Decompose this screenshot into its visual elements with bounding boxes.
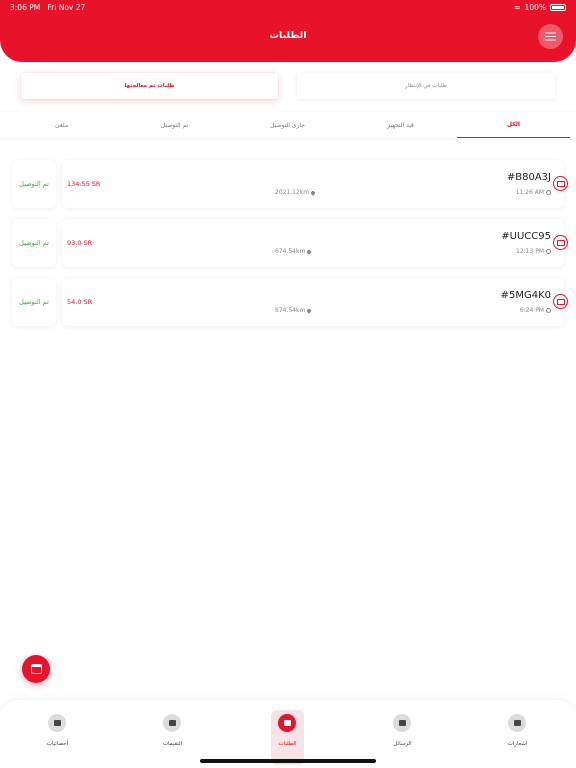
order-distance: 2021.12km xyxy=(275,189,316,196)
nav-ratings[interactable]: التقيمات xyxy=(115,700,230,768)
order-code: #B80A3J xyxy=(506,172,551,183)
tab-all[interactable]: الكل xyxy=(457,112,570,138)
order-details[interactable]: 54.0 SR 674.54km #5MG4K0 6:24 PM xyxy=(62,278,568,326)
app-header: 3:06 PM Fri Nov 27 ≈ 100% الطلبات xyxy=(0,0,576,62)
order-distance: 674.54km xyxy=(275,307,313,314)
orders-icon xyxy=(278,714,296,732)
stats-icon xyxy=(48,714,66,732)
order-status: تم التوصيل xyxy=(12,219,56,267)
calendar-button[interactable] xyxy=(22,655,50,683)
nav-label: أحصائيات xyxy=(46,741,69,747)
status-indicators: ≈ 100% xyxy=(514,3,566,12)
tab-delivering[interactable]: جارى التوصيل xyxy=(231,112,344,138)
restaurant-logo-icon xyxy=(553,294,568,309)
order-price: 134.55 SR xyxy=(67,180,101,188)
location-pin-icon xyxy=(306,307,313,314)
tab-preparing[interactable]: قيد التجهيز xyxy=(344,112,457,138)
nav-label: الطلبات xyxy=(278,741,297,747)
order-card[interactable]: تم التوصيل 93.0 SR 674.54km #UUCC95 12:1… xyxy=(12,219,570,267)
messages-icon xyxy=(393,714,411,732)
nav-label: الرسائل xyxy=(393,741,412,747)
order-card[interactable]: تم التوصيل 54.0 SR 674.54km #5MG4K0 6:24… xyxy=(12,278,570,326)
order-distance: 674.54km xyxy=(275,248,313,255)
tab-delivered[interactable]: تم التوصيل xyxy=(118,112,231,138)
bottom-nav: أحصائيات التقيمات الطلبات الرسائل اشعارا… xyxy=(0,700,576,768)
page-title: الطلبات xyxy=(269,30,307,41)
bell-icon xyxy=(508,714,526,732)
clock-icon xyxy=(546,190,551,195)
restaurant-logo-icon xyxy=(553,176,568,191)
nav-orders[interactable]: الطلبات xyxy=(230,700,345,768)
calendar-icon xyxy=(30,664,42,674)
battery-percent: 100% xyxy=(524,3,546,12)
hamburger-icon xyxy=(545,35,556,38)
order-price: 93.0 SR xyxy=(67,239,93,247)
segment-processed[interactable]: طلبات تم معالجتها xyxy=(21,73,278,99)
order-status: تم التوصيل xyxy=(12,278,56,326)
home-indicator xyxy=(200,759,376,763)
location-pin-icon xyxy=(306,248,313,255)
clock-icon xyxy=(546,308,551,313)
order-code: #5MG4K0 xyxy=(500,290,551,301)
segment-pending[interactable]: طلبات في الإنتظار xyxy=(297,73,555,99)
restaurant-logo-icon xyxy=(553,235,568,250)
tab-cancelled[interactable]: ملغى xyxy=(5,112,118,138)
location-pin-icon xyxy=(310,189,316,196)
nav-label: التقيمات xyxy=(162,741,183,747)
order-time: 6:24 PM xyxy=(520,307,551,314)
nav-notifications[interactable]: اشعارات xyxy=(460,700,575,768)
order-time: 11:26 AM xyxy=(516,189,551,196)
ratings-icon xyxy=(163,714,181,732)
nav-label: اشعارات xyxy=(507,741,528,747)
order-status: تم التوصيل xyxy=(12,160,56,208)
wifi-icon: ≈ xyxy=(513,3,521,12)
order-time: 12:13 PM xyxy=(516,248,551,255)
nav-stats[interactable]: أحصائيات xyxy=(0,700,115,768)
menu-button[interactable] xyxy=(538,24,563,49)
order-details[interactable]: 134.55 SR 2021.12km #B80A3J 11:26 AM xyxy=(62,160,568,208)
order-code: #UUCC95 xyxy=(501,231,551,242)
filter-tabs: الكل قيد التجهيز جارى التوصيل تم التوصيل… xyxy=(0,112,576,138)
battery-icon xyxy=(550,4,566,11)
nav-messages[interactable]: الرسائل xyxy=(345,700,460,768)
status-time: 3:06 PM Fri Nov 27 xyxy=(10,3,86,12)
order-card[interactable]: تم التوصيل 134.55 SR 2021.12km #B80A3J 1… xyxy=(12,160,570,208)
order-price: 54.0 SR xyxy=(67,298,93,306)
status-bar: 3:06 PM Fri Nov 27 ≈ 100% xyxy=(0,2,576,14)
order-details[interactable]: 93.0 SR 674.54km #UUCC95 12:13 PM xyxy=(62,219,568,267)
clock-icon xyxy=(546,249,551,254)
